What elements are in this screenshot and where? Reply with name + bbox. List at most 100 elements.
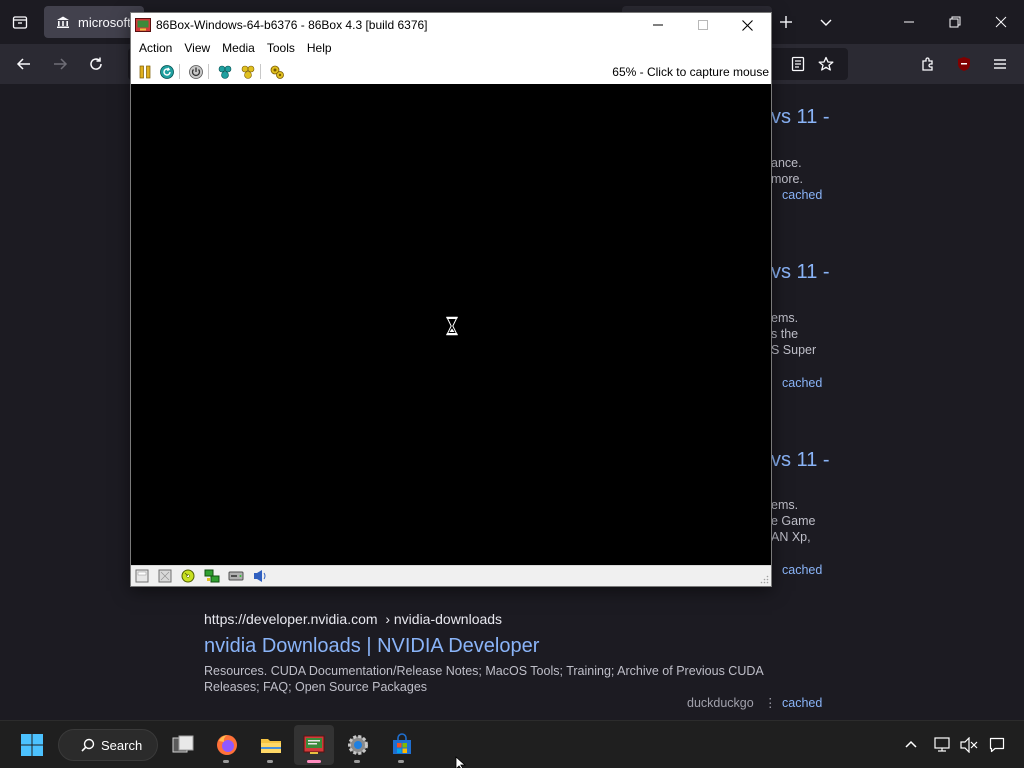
cdrom-icon — [181, 569, 195, 583]
active-indicator — [307, 760, 321, 763]
arrow-right-icon — [54, 58, 68, 70]
puzzle-icon — [922, 57, 933, 71]
star-icon — [818, 56, 834, 71]
ctrl-esc-icon — [241, 65, 254, 79]
86box-toolbar: 65% - Click to capture mouse — [131, 59, 771, 84]
mouse-capture-status: 65% - Click to capture mouse — [612, 65, 769, 79]
task-view-button[interactable] — [163, 725, 203, 765]
bank-favicon-icon — [57, 16, 69, 28]
result-3-snippet-line-2: e Game — [771, 514, 816, 528]
reset-button[interactable] — [157, 62, 176, 81]
menu-tools[interactable]: Tools — [261, 41, 301, 55]
speaker-muted-icon — [960, 737, 978, 753]
close-icon — [742, 19, 753, 31]
vm-display[interactable] — [131, 84, 771, 565]
86box-menubar: Action View Media Tools Help — [131, 37, 771, 59]
reload-icon — [90, 57, 102, 70]
active-tab[interactable]: microsoft — [44, 6, 144, 38]
pause-button[interactable] — [135, 62, 154, 81]
result-4-title[interactable]: nvidia Downloads | NVIDIA Developer — [204, 635, 539, 658]
microsoft-store-taskbar-button[interactable] — [382, 725, 422, 765]
reload-button[interactable] — [84, 52, 108, 76]
task-view-icon — [172, 735, 194, 753]
result-4-domain: https://developer.nvidia.com — [204, 611, 378, 627]
network-icon — [204, 569, 220, 583]
forward-button[interactable] — [48, 52, 72, 76]
network-button[interactable] — [203, 568, 221, 584]
mouse-pointer-icon — [455, 756, 467, 768]
file-explorer-icon — [261, 739, 281, 753]
extensions-button[interactable] — [916, 52, 940, 76]
file-explorer-taskbar-button[interactable] — [251, 725, 291, 765]
floppy-drive-1-button[interactable] — [133, 568, 151, 584]
floppy-drive-2-button[interactable] — [156, 568, 174, 584]
ublock-shield-icon — [958, 57, 970, 71]
86box-window: 86Box-Windows-64-b6376 - 86Box 4.3 [buil… — [130, 12, 772, 587]
start-button[interactable] — [12, 725, 52, 765]
settings-taskbar-button[interactable] — [338, 725, 378, 765]
reader-view-button[interactable] — [786, 52, 810, 76]
menu-help[interactable]: Help — [301, 41, 338, 55]
result-1-cached-link[interactable]: cached — [782, 188, 822, 202]
menu-view[interactable]: View — [178, 41, 216, 55]
pause-icon — [139, 65, 150, 78]
86box-maximize-button[interactable] — [680, 13, 725, 37]
hamburger-icon — [994, 59, 1006, 69]
result-3-title[interactable]: vs 11 - — [771, 449, 830, 472]
browser-minimize-button[interactable] — [886, 0, 932, 44]
firefox-taskbar-button[interactable] — [207, 725, 247, 765]
result-4-cached-link[interactable]: cached — [782, 696, 822, 710]
reset-icon — [159, 64, 174, 79]
power-icon — [188, 64, 203, 79]
86box-app-icon — [135, 18, 151, 32]
new-tab-button[interactable] — [774, 10, 798, 34]
bookmark-button[interactable] — [814, 52, 838, 76]
notification-icon — [989, 737, 1005, 753]
86box-minimize-button[interactable] — [635, 13, 680, 37]
network-tray-button[interactable] — [931, 733, 955, 757]
volume-tray-button[interactable] — [957, 733, 981, 757]
menu-action[interactable]: Action — [133, 41, 178, 55]
browser-close-button[interactable] — [978, 0, 1024, 44]
power-button[interactable] — [186, 62, 205, 81]
sound-button[interactable] — [251, 568, 269, 584]
app-menu-button[interactable] — [988, 52, 1012, 76]
arrow-left-icon — [16, 58, 30, 70]
windows-start-icon — [21, 734, 43, 756]
result-3-cached-link[interactable]: cached — [782, 563, 822, 577]
running-indicator — [398, 760, 404, 763]
list-all-tabs-button[interactable] — [814, 10, 838, 34]
result-2-cached-link[interactable]: cached — [782, 376, 822, 390]
hourglass-cursor-icon — [445, 316, 459, 336]
result-2-title[interactable]: vs 11 - — [771, 261, 830, 284]
result-4-url[interactable]: https://developer.nvidia.com › nvidia-do… — [204, 611, 502, 627]
show-hidden-icons-button[interactable] — [899, 733, 923, 757]
back-button[interactable] — [12, 52, 36, 76]
hdd-icon — [228, 571, 244, 581]
floppy2-icon — [158, 569, 172, 583]
sound-icon — [254, 570, 266, 582]
ublock-origin-button[interactable] — [952, 52, 976, 76]
menu-media[interactable]: Media — [216, 41, 261, 55]
tab-list-button[interactable] — [8, 10, 32, 34]
86box-titlebar[interactable]: 86Box-Windows-64-b6376 - 86Box 4.3 [buil… — [131, 13, 771, 37]
ctrl-alt-del-button[interactable] — [215, 62, 234, 81]
cdrom-drive-button[interactable] — [179, 568, 197, 584]
taskbar-search-box[interactable]: Search — [58, 729, 158, 761]
reader-view-icon — [791, 56, 805, 72]
86box-close-button[interactable] — [725, 13, 770, 37]
86box-icon — [303, 735, 325, 754]
settings-button[interactable] — [267, 62, 286, 81]
ctrl-esc-button[interactable] — [238, 62, 257, 81]
hard-disk-button[interactable] — [227, 568, 245, 584]
86box-statusbar — [131, 565, 771, 586]
86box-taskbar-button[interactable] — [294, 725, 334, 765]
browser-restore-button[interactable] — [932, 0, 978, 44]
settings-icon — [270, 65, 284, 79]
result-4-more-icon[interactable]: ⋮ — [764, 695, 777, 710]
result-1-title[interactable]: vs 11 - — [771, 106, 830, 129]
result-3-snippet-line-1: ems. — [771, 498, 799, 512]
notifications-tray-button[interactable] — [985, 733, 1009, 757]
taskbar-search-label: Search — [101, 737, 143, 753]
resize-grip-icon[interactable] — [759, 574, 769, 584]
